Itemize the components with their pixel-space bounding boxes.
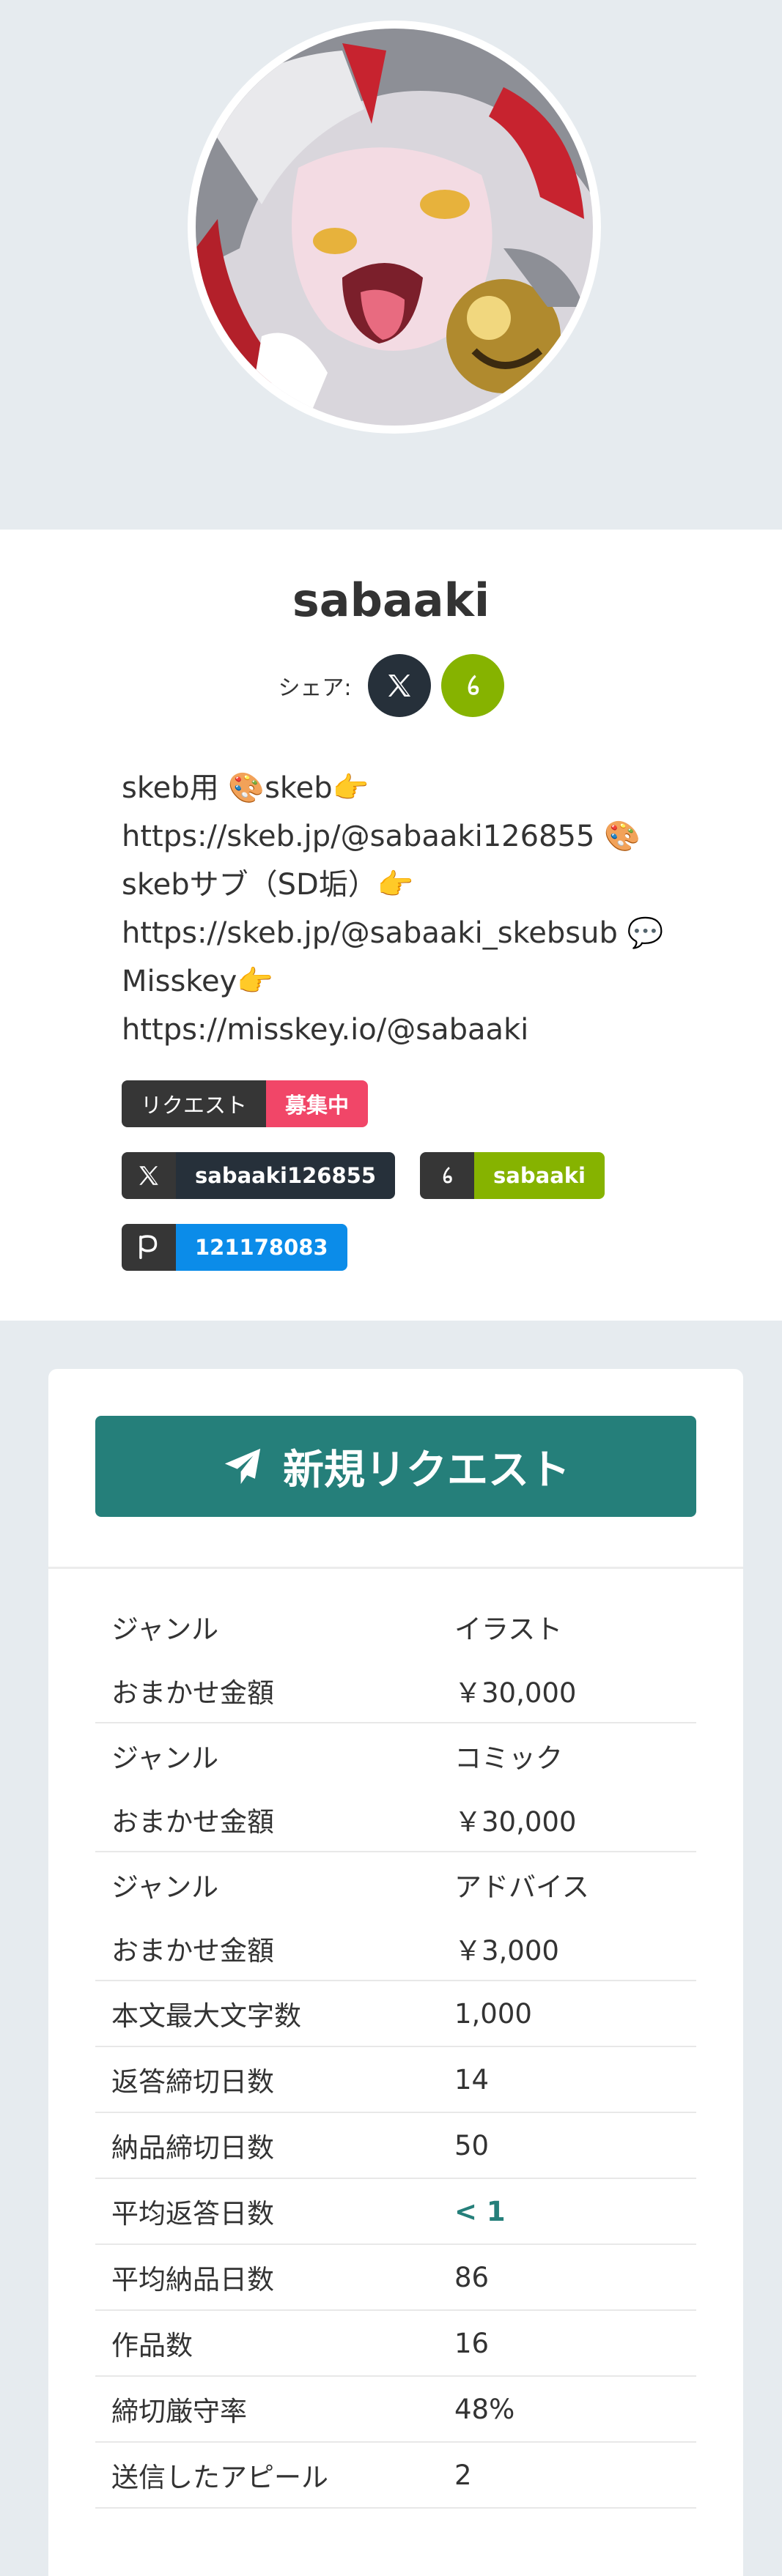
pixiv-logo-icon (122, 1224, 176, 1271)
card-divider (48, 1567, 743, 1569)
share-row: シェア: (0, 654, 782, 717)
pixiv-account-id: 121178083 (176, 1224, 347, 1271)
bio-link[interactable]: https://skeb.jp/@sabaaki_skebsub 💬 (122, 909, 663, 957)
stat-value: 1,000 (454, 1997, 532, 2030)
stat-row-average-delivery: 平均納品日数 86 (95, 2245, 696, 2311)
stat-value: 48% (454, 2393, 515, 2425)
bio-line: Misskey👉 (122, 965, 274, 998)
stat-label: 平均返答日数 (111, 2198, 274, 2230)
new-request-label: 新規リクエスト (283, 1446, 570, 1494)
stat-label: 本文最大文字数 (111, 2000, 301, 2032)
misskey-account-tag[interactable]: sabaaki (420, 1152, 605, 1199)
price-label: おまかせ金額 (111, 1935, 274, 1967)
x-logo-icon (122, 1152, 176, 1199)
genre-row: ジャンル コミック (95, 1723, 696, 1788)
x-logo-icon (388, 675, 410, 697)
stat-row-works-count: 作品数 16 (95, 2311, 696, 2377)
price-label: おまかせ金額 (111, 1806, 274, 1838)
stat-label: 返答締切日数 (111, 2066, 274, 2098)
stat-value: 2 (454, 2459, 472, 2491)
stat-label: 送信したアピール (111, 2462, 328, 2493)
stat-value: 14 (454, 2063, 490, 2096)
stat-value: 16 (454, 2327, 490, 2359)
account-tags: リクエスト 募集中 sabaaki126855 sabaaki 12117808… (122, 1080, 679, 1296)
x-account-tag[interactable]: sabaaki126855 (122, 1152, 396, 1199)
share-label: シェア: (278, 675, 352, 701)
genre-value: コミック (454, 1742, 563, 1774)
stat-label: 納品締切日数 (111, 2132, 274, 2164)
price-row: おまかせ金額 ￥30,000 (95, 1659, 696, 1723)
new-request-button[interactable]: 新規リクエスト (95, 1416, 696, 1517)
bio-line: skebサブ（SD垢）👉 (122, 868, 414, 902)
profile-section: sabaaki シェア: skeb用 🎨skeb👉 https://skeb.jp… (0, 530, 782, 1321)
profile-header (0, 0, 782, 530)
avatar-frame (188, 21, 601, 434)
stat-label: 締切厳守率 (111, 2396, 247, 2427)
misskey-account-name: sabaaki (474, 1152, 605, 1199)
price-row: おまかせ金額 ￥30,000 (95, 1788, 696, 1852)
genre-row: ジャンル アドバイス (95, 1852, 696, 1917)
request-section: 新規リクエスト ジャンル イラスト おまかせ金額 ￥30,000 ジャンル コミ… (0, 1321, 782, 2576)
share-x-button[interactable] (367, 654, 431, 717)
misskey-logo-icon (468, 675, 479, 695)
stat-row-reply-deadline: 返答締切日数 14 (95, 2047, 696, 2113)
genre-label: ジャンル (111, 1871, 219, 1903)
request-info-table: ジャンル イラスト おまかせ金額 ￥30,000 ジャンル コミック おまかせ金… (95, 1595, 696, 2509)
username: sabaaki (292, 574, 490, 627)
request-status-value: 募集中 (266, 1080, 369, 1127)
x-account-name: sabaaki126855 (176, 1152, 396, 1199)
bio-link[interactable]: https://skeb.jp/@sabaaki126855 🎨 (122, 812, 663, 861)
price-value: ￥3,000 (454, 1935, 559, 1967)
request-status-label: リクエスト (122, 1080, 267, 1127)
paper-plane-icon (224, 1448, 261, 1485)
genre-value: イラスト (454, 1614, 563, 1645)
stat-value: 50 (454, 2129, 490, 2161)
stat-value: 86 (454, 2261, 490, 2293)
bio-line: skeb用 🎨skeb👉 (122, 771, 369, 805)
bio-link[interactable]: https://misskey.io/@sabaaki (122, 1006, 663, 1054)
genre-row: ジャンル イラスト (95, 1595, 696, 1659)
stat-row-max-characters: 本文最大文字数 1,000 (95, 1981, 696, 2047)
price-row: おまかせ金額 ￥3,000 (95, 1917, 696, 1981)
stat-label: 作品数 (111, 2330, 193, 2361)
avatar[interactable] (196, 29, 593, 426)
genre-label: ジャンル (111, 1742, 219, 1774)
request-status-tag: リクエスト 募集中 (122, 1080, 369, 1127)
price-value: ￥30,000 (454, 1806, 577, 1838)
stat-row-average-reply: 平均返答日数 < 1 (95, 2179, 696, 2245)
stat-row-deadline-compliance: 締切厳守率 48% (95, 2377, 696, 2443)
stat-row-delivery-deadline: 納品締切日数 50 (95, 2113, 696, 2179)
stat-label: 平均納品日数 (111, 2264, 274, 2295)
genre-value: アドバイス (454, 1871, 589, 1903)
profile-bio: skeb用 🎨skeb👉 https://skeb.jp/@sabaaki1268… (122, 764, 663, 1054)
stat-row-appeals-sent: 送信したアピール 2 (95, 2443, 696, 2509)
misskey-logo-icon (420, 1152, 475, 1199)
pixiv-account-tag[interactable]: 121178083 (122, 1224, 347, 1271)
request-card: 新規リクエスト ジャンル イラスト おまかせ金額 ￥30,000 ジャンル コミ… (48, 1369, 743, 2576)
stat-value: < 1 (454, 2195, 506, 2227)
avatar-illustration (196, 29, 593, 426)
price-value: ￥30,000 (454, 1677, 577, 1709)
share-misskey-button[interactable] (440, 654, 504, 717)
genre-label: ジャンル (111, 1614, 219, 1645)
price-label: おまかせ金額 (111, 1677, 274, 1709)
